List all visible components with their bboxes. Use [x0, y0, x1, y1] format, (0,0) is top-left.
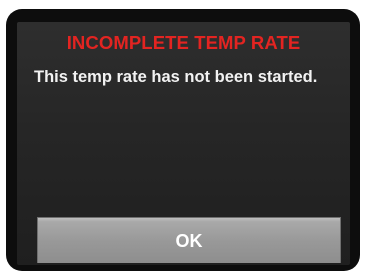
ok-button[interactable]: OK [37, 217, 341, 263]
dialog-title: INCOMPLETE TEMP RATE [66, 32, 301, 53]
alert-dialog: INCOMPLETE TEMP RATE This temp rate has … [17, 22, 350, 265]
dialog-message: This temp rate has not been started. [34, 68, 318, 86]
ok-button-label: OK [175, 231, 203, 251]
device-screenshot: INCOMPLETE TEMP RATE This temp rate has … [0, 0, 367, 276]
